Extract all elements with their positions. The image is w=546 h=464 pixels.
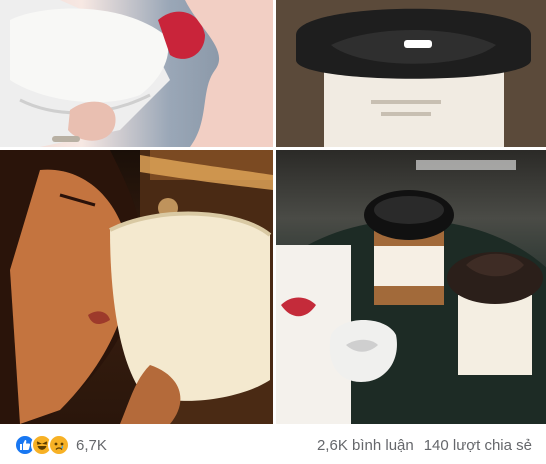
engagement-stats: 2,6K bình luận 140 lượt chia sẻ (317, 432, 532, 458)
photo-grid (0, 0, 546, 424)
photo-cup-lips-closeup-art (0, 0, 273, 147)
photo-lips-lid-cup-art (276, 0, 546, 147)
reaction-summary[interactable]: 6,7K (14, 432, 107, 458)
photo-woman-drinking-lip-cup-art (0, 150, 273, 424)
photo-lip-lid-cups-on-table-art (276, 160, 546, 424)
photo-lip-lid-cups-on-table[interactable] (276, 150, 546, 424)
share-count[interactable]: 140 lượt chia sẻ (424, 437, 532, 454)
reaction-count[interactable]: 6,7K (76, 437, 107, 454)
photo-woman-drinking-lip-cup[interactable] (0, 150, 273, 424)
sad-face-glyph (54, 442, 64, 450)
thumb-up-glyph (20, 440, 31, 450)
comment-count[interactable]: 2,6K bình luận (317, 437, 414, 454)
photo-lips-lid-cup[interactable] (276, 0, 546, 147)
sad-icon[interactable] (48, 434, 70, 456)
photo-cup-lips-closeup[interactable] (0, 0, 273, 147)
